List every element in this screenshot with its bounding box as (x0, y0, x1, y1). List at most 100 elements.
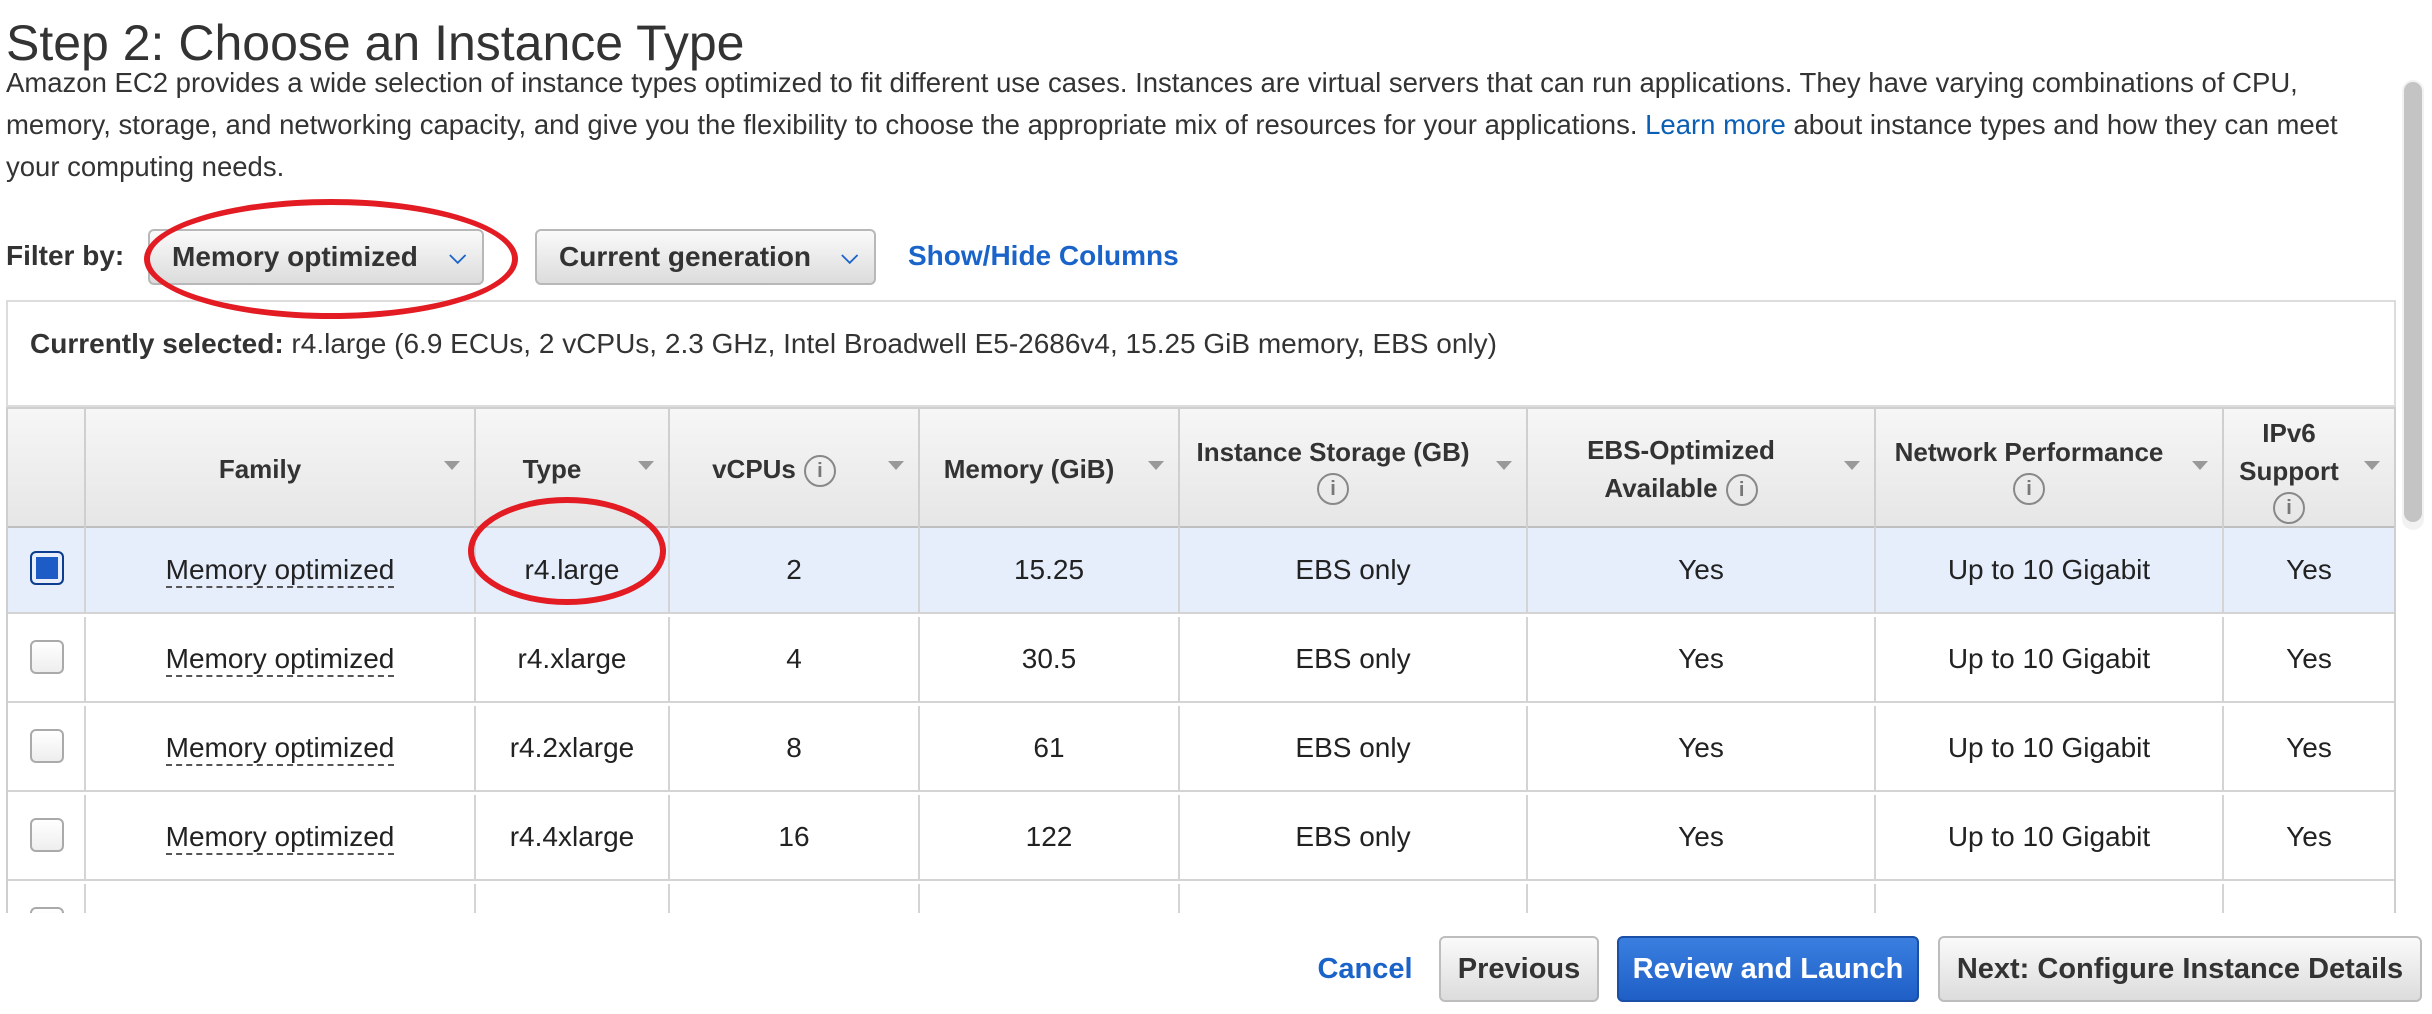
family-filter-value: Memory optimized (172, 241, 418, 272)
info-icon[interactable]: i (1725, 473, 1758, 506)
family-tooltip-text[interactable]: Memory optimized (165, 821, 395, 855)
cell-type: r4.xlarge (476, 617, 670, 701)
row-checkbox[interactable] (30, 729, 64, 763)
sort-icon[interactable] (444, 461, 460, 470)
cell-ipv6: Yes (2286, 821, 2332, 852)
sort-icon[interactable] (888, 461, 904, 470)
row-select-cell (8, 706, 86, 790)
table-row[interactable]: Memory optimized r4.4xlarge 16 122 EBS only Y… (8, 795, 2394, 881)
table-header: Family Type vCPUs i Memory (GiB) Instance… (8, 407, 2394, 528)
previous-button[interactable]: Previous (1439, 936, 1599, 1002)
sort-icon[interactable] (2192, 461, 2208, 470)
row-select-cell (8, 795, 86, 879)
cell-storage: EBS only (1180, 795, 1528, 879)
cell-vcpus: 8 (670, 706, 920, 790)
column-header-storage[interactable]: Instance Storage (GB) i (1180, 409, 1528, 528)
cell-storage: EBS only (1180, 528, 1528, 612)
ebs-header-line2: Available (1604, 472, 1718, 503)
table-row[interactable]: Memory optimized r4.xlarge 4 30.5 EBS only Ye… (8, 617, 2394, 703)
cell-network: Up to 10 Gigabit (1876, 706, 2224, 790)
header-select-column (8, 409, 86, 528)
cell-ebs: Yes (1528, 528, 1876, 612)
cell-memory: 122 (920, 795, 1180, 879)
ipv6-header-line2: Support (2239, 455, 2339, 486)
cell-memory: 61 (920, 706, 1180, 790)
show-hide-columns-link[interactable]: Show/Hide Columns (908, 240, 1179, 272)
table-row[interactable]: Memory optimized r4.large 2 15.25 EBS only Ye… (8, 528, 2394, 614)
generation-filter-dropdown[interactable]: Current generation ⌵ (535, 229, 876, 285)
currently-selected-label: Currently selected: (30, 328, 284, 359)
sort-icon[interactable] (1496, 461, 1512, 470)
column-header-vcpus[interactable]: vCPUs i (670, 409, 920, 528)
row-checkbox[interactable] (30, 818, 64, 852)
table-row[interactable]: Memory optimizedr4.8xlarge32244EBS onlyY… (8, 884, 2394, 913)
info-icon[interactable]: i (2273, 491, 2305, 524)
column-header-label: IPv6 Support i (2224, 414, 2354, 524)
family-tooltip-text[interactable]: Memory optimized (165, 643, 395, 677)
info-icon[interactable]: i (2013, 472, 2045, 505)
row-checkbox[interactable] (30, 551, 64, 585)
column-header-memory[interactable]: Memory (GiB) (920, 409, 1180, 528)
chevron-down-icon: ⌵ (841, 243, 858, 268)
cell-family: Memory optimized (86, 884, 476, 913)
cell-vcpus: 2 (670, 528, 920, 612)
currently-selected-text: Currently selected: r4.large (6.9 ECUs, … (30, 328, 1497, 360)
currently-selected-value: r4.large (6.9 ECUs, 2 vCPUs, 2.3 GHz, In… (291, 328, 1497, 359)
cell-ipv6: Yes (2286, 643, 2332, 674)
ebs-header-line1: EBS-Optimized (1587, 434, 1775, 465)
currently-selected-panel: Currently selected: r4.large (6.9 ECUs, … (6, 300, 2396, 407)
chevron-down-icon: ⌵ (449, 243, 466, 268)
sort-icon[interactable] (2364, 461, 2380, 470)
cell-ipv6: Yes (2286, 554, 2332, 585)
sort-icon[interactable] (1844, 461, 1860, 470)
scrollbar-thumb[interactable] (2404, 82, 2422, 522)
row-select-cell (8, 884, 86, 913)
network-header-text: Network Performance (1894, 436, 2164, 467)
ipv6-header-line1: IPv6 (2262, 417, 2316, 448)
family-tooltip-text[interactable]: Memory optimized (166, 910, 395, 913)
column-header-ebs-optimized[interactable]: EBS-Optimized Available i (1528, 409, 1876, 528)
column-header-family[interactable]: Family (86, 409, 476, 528)
cell-vcpus: 4 (670, 617, 920, 701)
column-header-label: Instance Storage (GB) i (1180, 433, 1486, 505)
column-header-network[interactable]: Network Performance i (1876, 409, 2224, 528)
generation-filter-value: Current generation (559, 241, 812, 272)
sort-icon[interactable] (638, 461, 654, 470)
cell-network: 10 Gigabit (1876, 884, 2224, 913)
row-select-cell (8, 528, 86, 612)
row-checkbox[interactable] (30, 640, 64, 674)
cell-type: r4.4xlarge (476, 795, 670, 879)
cell-ebs: Yes (1528, 617, 1876, 701)
cell-network: Up to 10 Gigabit (1876, 795, 2224, 879)
info-icon[interactable]: i (803, 454, 836, 487)
next-configure-instance-details-button[interactable]: Next: Configure Instance Details (1938, 936, 2422, 1002)
family-filter-dropdown[interactable]: Memory optimized ⌵ (148, 229, 484, 285)
row-select-cell (8, 617, 86, 701)
cell-type: r4.8xlarge (476, 884, 670, 913)
sort-icon[interactable] (1148, 461, 1164, 470)
cell-vcpus: 32 (670, 884, 920, 913)
review-and-launch-button[interactable]: Review and Launch (1617, 936, 1919, 1002)
cell-storage: EBS only (1180, 884, 1528, 913)
info-icon[interactable]: i (1317, 472, 1349, 505)
cell-memory: 15.25 (920, 528, 1180, 612)
intro-text: Amazon EC2 provides a wide selection of … (6, 62, 2376, 188)
cell-ebs: Yes (1528, 706, 1876, 790)
column-header-label: Family (218, 453, 302, 484)
row-checkbox[interactable] (30, 907, 64, 913)
cell-family: Memory optimized (86, 706, 476, 790)
cell-network: Up to 10 Gigabit (1876, 617, 2224, 701)
cell-ipv6: Yes (2286, 732, 2332, 763)
cancel-button[interactable]: Cancel (1310, 936, 1420, 1002)
cell-family: Memory optimized (86, 795, 476, 879)
cell-type: r4.2xlarge (476, 706, 670, 790)
family-tooltip-text[interactable]: Memory optimized (165, 554, 395, 588)
cell-storage: EBS only (1180, 617, 1528, 701)
column-header-ipv6[interactable]: IPv6 Support i (2224, 409, 2394, 528)
column-header-label: Type (522, 453, 582, 484)
cell-ebs: Yes (1528, 795, 1876, 879)
table-row[interactable]: Memory optimized r4.2xlarge 8 61 EBS only Yes… (8, 706, 2394, 792)
family-tooltip-text[interactable]: Memory optimized (165, 732, 395, 766)
column-header-type[interactable]: Type (476, 409, 670, 528)
learn-more-link[interactable]: Learn more (1645, 109, 1786, 140)
